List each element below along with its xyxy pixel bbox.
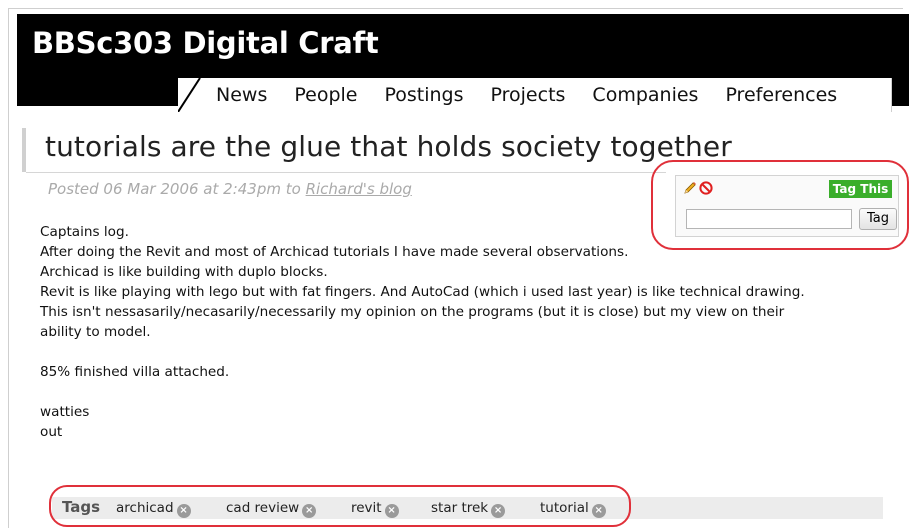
body-line: This isn't nessasarily/necasarily/necess…	[40, 304, 785, 320]
body-line: After doing the Revit and most of Archic…	[40, 244, 629, 260]
main-nav: News People Postings Projects Companies …	[216, 84, 864, 106]
tag-label[interactable]: archicad	[116, 500, 174, 516]
body-line: Revit is like playing with lego but with…	[40, 284, 805, 300]
nav-companies[interactable]: Companies	[592, 84, 698, 106]
tag-input[interactable]	[686, 209, 852, 229]
tags-label: Tags	[62, 498, 101, 516]
tag-label[interactable]: revit	[351, 500, 382, 516]
nav-news[interactable]: News	[216, 84, 267, 106]
tag-submit-button[interactable]: Tag	[859, 208, 897, 230]
body-line	[40, 382, 900, 402]
body-line: Archicad is like building with duplo blo…	[40, 264, 328, 280]
remove-tag-icon[interactable]: ×	[491, 504, 506, 518]
remove-tag-icon[interactable]: ×	[591, 504, 606, 518]
post-meta-text: Posted 06 Mar 2006 at 2:43pm to	[48, 180, 306, 198]
title-accent-bar	[22, 128, 26, 172]
body-line: watties	[40, 404, 90, 420]
nav-people[interactable]: People	[294, 84, 357, 106]
tag-label[interactable]: star trek	[431, 500, 488, 516]
post-meta: Posted 06 Mar 2006 at 2:43pm to Richard'…	[48, 180, 412, 198]
body-line: ability to model.	[40, 324, 151, 340]
remove-tag-icon[interactable]: ×	[384, 504, 399, 518]
site-title[interactable]: BBSc303 Digital Craft	[32, 26, 379, 60]
post-title: tutorials are the glue that holds societ…	[45, 130, 732, 163]
remove-tag-icon[interactable]: ×	[176, 504, 191, 518]
pencil-icon[interactable]	[683, 181, 697, 195]
post-body: Captains log. After doing the Revit and …	[40, 222, 900, 442]
tag-tutorial[interactable]: tutorial ×	[540, 500, 606, 518]
body-line: 85% finished villa attached.	[40, 364, 230, 380]
tag-revit[interactable]: revit ×	[351, 500, 399, 518]
tag-cad-review[interactable]: cad review ×	[226, 500, 317, 518]
nav-projects[interactable]: Projects	[491, 84, 566, 106]
tag-archicad[interactable]: archicad ×	[116, 500, 191, 518]
body-line	[40, 342, 900, 362]
blog-link[interactable]: Richard's blog	[306, 180, 412, 198]
remove-tag-icon[interactable]: ×	[302, 504, 317, 518]
nav-postings[interactable]: Postings	[384, 84, 463, 106]
body-line: out	[40, 424, 63, 440]
title-divider	[26, 172, 666, 173]
tag-label[interactable]: cad review	[226, 500, 299, 516]
tag-label[interactable]: tutorial	[540, 500, 589, 516]
tag-star-trek[interactable]: star trek ×	[431, 500, 506, 518]
nav-preferences[interactable]: Preferences	[725, 84, 837, 106]
tag-this-button[interactable]: Tag This	[829, 180, 892, 198]
no-entry-icon[interactable]	[699, 181, 713, 195]
